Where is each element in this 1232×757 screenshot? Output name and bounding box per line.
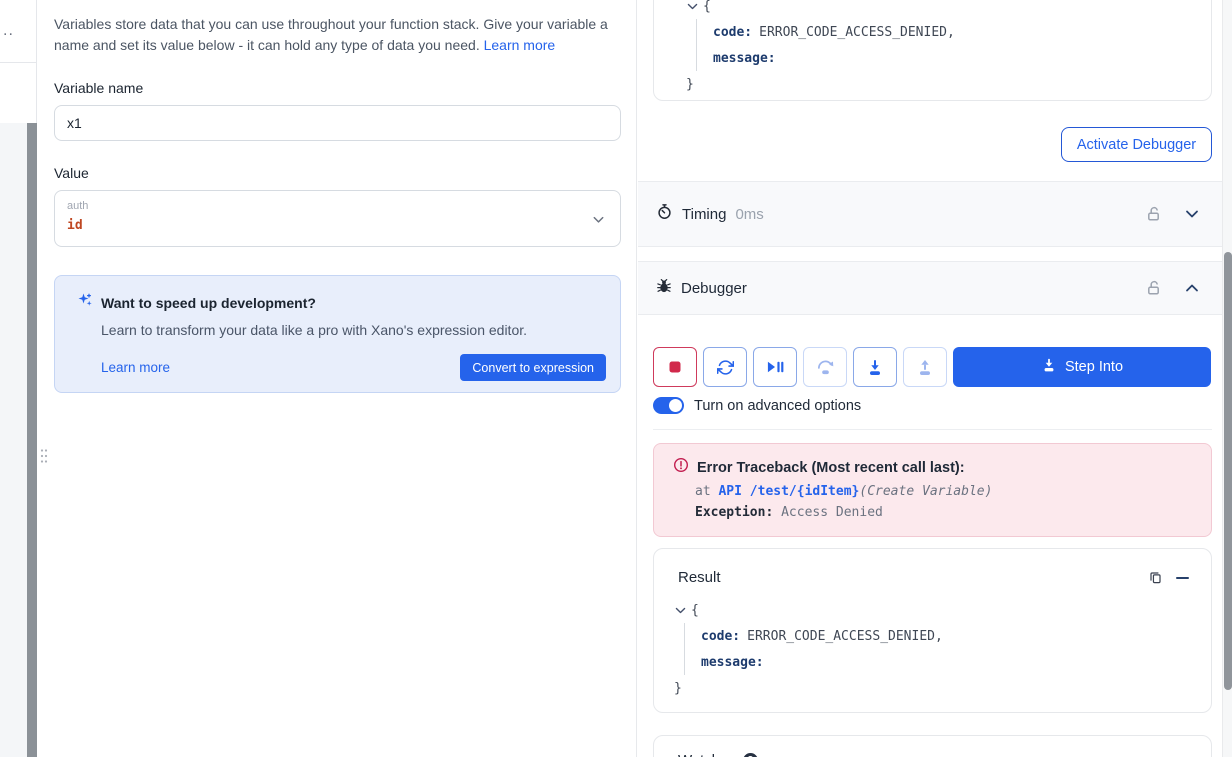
variable-description: Variables store data that you can use th… <box>54 14 621 56</box>
open-brace: { <box>691 603 699 618</box>
unlock-icon[interactable] <box>1146 280 1162 296</box>
result-card: Result { code: ERROR_CODE_ACCESS_DENIED, <box>653 548 1212 713</box>
expression-promo-banner: Want to speed up development? Learn to t… <box>54 275 621 393</box>
convert-to-expression-button[interactable]: Convert to expression <box>460 354 606 381</box>
step-into-small-button[interactable] <box>853 347 897 387</box>
bug-icon <box>656 278 672 299</box>
play-pause-button[interactable] <box>753 347 797 387</box>
advanced-options-toggle[interactable] <box>653 397 684 414</box>
code-line: message: <box>701 649 1189 675</box>
error-traceback-box: Error Traceback (Most recent call last):… <box>653 443 1212 537</box>
collapse-chevron-icon[interactable] <box>686 0 699 13</box>
result-title: Result <box>678 569 721 586</box>
value-path: auth <box>67 199 580 214</box>
step-over-button[interactable] <box>803 347 847 387</box>
step-into-label: Step Into <box>1065 359 1123 375</box>
xano-workspace: .. Variables store data that you can use… <box>0 0 1232 757</box>
message-key: message: <box>713 51 776 66</box>
code-line: message: <box>713 45 1195 71</box>
stopwatch-icon <box>656 203 673 225</box>
code-line: code: ERROR_CODE_ACCESS_DENIED, <box>713 19 1195 45</box>
chevron-down-icon <box>591 212 606 232</box>
error-traceback-frame: at API /test/{idItem}(Create Variable) <box>695 484 1195 499</box>
rail-divider <box>0 62 37 63</box>
response-code-card: { code: ERROR_CODE_ACCESS_DENIED, message… <box>653 0 1212 101</box>
error-at: at <box>695 484 718 499</box>
watches-title: Watches <box>678 752 736 757</box>
code-key: code: <box>713 25 752 40</box>
value-select[interactable]: auth id <box>54 190 621 247</box>
response-code-block: { code: ERROR_CODE_ACCESS_DENIED, message… <box>686 0 1195 97</box>
debugger-controls: Step Into <box>653 347 1211 387</box>
learn-more-link[interactable]: Learn more <box>484 37 556 53</box>
value-label: Value <box>54 165 621 181</box>
code-line: code: ERROR_CODE_ACCESS_DENIED, <box>701 623 1189 649</box>
debugger-label: Debugger <box>681 280 747 297</box>
error-alert-icon <box>673 457 689 478</box>
error-traceback-title: Error Traceback (Most recent call last): <box>697 460 965 476</box>
debugger-section-header[interactable]: Debugger <box>638 261 1222 315</box>
step-into-button[interactable]: Step Into <box>953 347 1211 387</box>
error-api-link[interactable]: API /test/{idItem} <box>718 484 859 499</box>
advanced-options-label: Turn on advanced options <box>694 398 861 414</box>
timing-label: Timing <box>682 206 726 223</box>
copy-icon[interactable] <box>1148 570 1163 585</box>
timing-section-header[interactable]: Timing 0ms <box>638 181 1222 247</box>
divider <box>653 429 1212 430</box>
unlock-icon[interactable] <box>1146 206 1162 222</box>
variable-editor-panel: Variables store data that you can use th… <box>37 0 637 757</box>
error-exception-line: Exception: Access Denied <box>695 505 1195 520</box>
right-scrollbar-thumb[interactable] <box>1224 252 1232 690</box>
result-code-block: { code: ERROR_CODE_ACCESS_DENIED, message… <box>674 597 1189 701</box>
open-brace: { <box>703 0 711 14</box>
watches-card: Watches ? <box>653 735 1212 757</box>
close-brace: } <box>674 681 682 696</box>
panel-resize-handle-left[interactable] <box>40 448 48 464</box>
code-value: ERROR_CODE_ACCESS_DENIED, <box>759 25 955 40</box>
exception-value: Access Denied <box>773 505 883 520</box>
help-icon[interactable]: ? <box>743 753 758 757</box>
promo-subtitle: Learn to transform your data like a pro … <box>101 322 606 338</box>
stop-button[interactable] <box>653 347 697 387</box>
advanced-options-row: Turn on advanced options <box>653 397 861 414</box>
code-key: code: <box>701 629 740 644</box>
variable-name-label: Variable name <box>54 80 621 96</box>
chevron-up-icon[interactable] <box>1184 280 1200 296</box>
sparkles-icon <box>77 292 93 313</box>
left-rail: .. <box>0 0 37 757</box>
value-field: id <box>67 216 580 235</box>
chevron-down-icon[interactable] <box>1184 206 1200 222</box>
restart-button[interactable] <box>703 347 747 387</box>
code-value: ERROR_CODE_ACCESS_DENIED, <box>747 629 943 644</box>
promo-title: Want to speed up development? <box>101 295 316 311</box>
timing-value: 0ms <box>735 206 763 223</box>
error-context: (Create Variable) <box>859 484 992 499</box>
collapse-chevron-icon[interactable] <box>674 604 687 617</box>
activate-debugger-button[interactable]: Activate Debugger <box>1061 127 1212 162</box>
variable-name-input[interactable] <box>54 105 621 141</box>
step-into-icon <box>1041 357 1057 377</box>
promo-learn-more-link[interactable]: Learn more <box>101 360 170 375</box>
right-scrollbar[interactable] <box>1222 0 1232 757</box>
collapse-minus-icon[interactable] <box>1176 577 1189 579</box>
rail-scrollbar-thumb[interactable] <box>27 123 37 757</box>
message-key: message: <box>701 655 764 670</box>
debug-panel: { code: ERROR_CODE_ACCESS_DENIED, message… <box>638 0 1222 757</box>
exception-label: Exception: <box>695 505 773 520</box>
close-brace: } <box>686 77 694 92</box>
overflow-dots[interactable]: .. <box>3 22 14 40</box>
step-out-button[interactable] <box>903 347 947 387</box>
toggle-knob <box>669 399 682 412</box>
